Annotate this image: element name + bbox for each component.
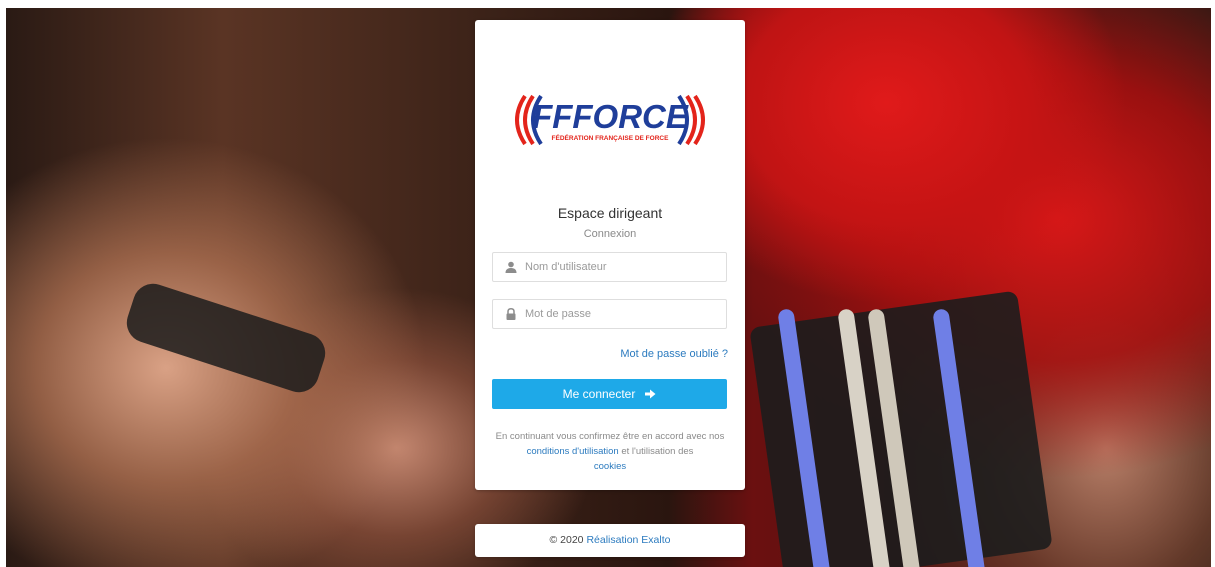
password-field[interactable] — [492, 299, 727, 329]
ffforce-logo: FFFORCE FÉDÉRATION FRANÇAISE DE FORCE — [515, 94, 705, 146]
page-title: Espace dirigeant — [557, 205, 663, 221]
user-icon — [505, 261, 517, 273]
wrist-strap-left — [121, 278, 331, 398]
password-input[interactable] — [525, 300, 720, 328]
legal-notice: En continuant vous confirmez être en acc… — [495, 431, 725, 472]
login-button[interactable]: Me connecter — [492, 379, 727, 409]
username-input[interactable] — [525, 253, 720, 281]
exalto-credit-link[interactable]: Réalisation Exalto — [586, 534, 670, 546]
login-card: FFFORCE FÉDÉRATION FRANÇAISE DE FORCE Es… — [475, 20, 745, 490]
svg-text:FFFORCE: FFFORCE — [532, 98, 689, 135]
arrow-right-icon — [645, 389, 656, 399]
copyright-text: © 2020 — [549, 534, 584, 546]
cookies-link[interactable]: cookies — [594, 461, 626, 472]
footer: © 2020 Réalisation Exalto — [475, 524, 745, 557]
lock-icon — [506, 308, 516, 320]
forgot-password-link[interactable]: Mot de passe oublié ? — [620, 348, 728, 360]
username-field[interactable] — [492, 252, 727, 282]
svg-text:FÉDÉRATION FRANÇAISE DE FORCE: FÉDÉRATION FRANÇAISE DE FORCE — [552, 133, 670, 142]
page-subtitle: Connexion — [583, 228, 637, 240]
terms-link[interactable]: conditions d'utilisation — [527, 446, 619, 457]
login-button-label: Me connecter — [562, 387, 636, 401]
